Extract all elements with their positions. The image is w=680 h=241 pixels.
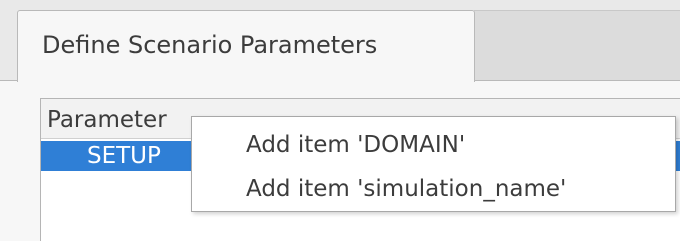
column-header-parameter: Parameter [47,107,167,133]
context-menu: Add item 'DOMAIN' Add item 'simulation_n… [191,116,676,212]
tab-bar-empty-area [474,10,680,80]
menu-item-label: Add item 'DOMAIN' [246,132,466,158]
tab-label: Define Scenario Parameters [42,31,378,59]
tab-define-scenario-parameters[interactable]: Define Scenario Parameters [17,10,475,82]
menu-item-add-simulation-name[interactable]: Add item 'simulation_name' [192,169,675,209]
tab-panel-join [18,80,474,83]
menu-item-add-domain[interactable]: Add item 'DOMAIN' [192,125,675,165]
tree-row-label: SETUP [87,143,161,169]
menu-item-label: Add item 'simulation_name' [246,176,567,202]
